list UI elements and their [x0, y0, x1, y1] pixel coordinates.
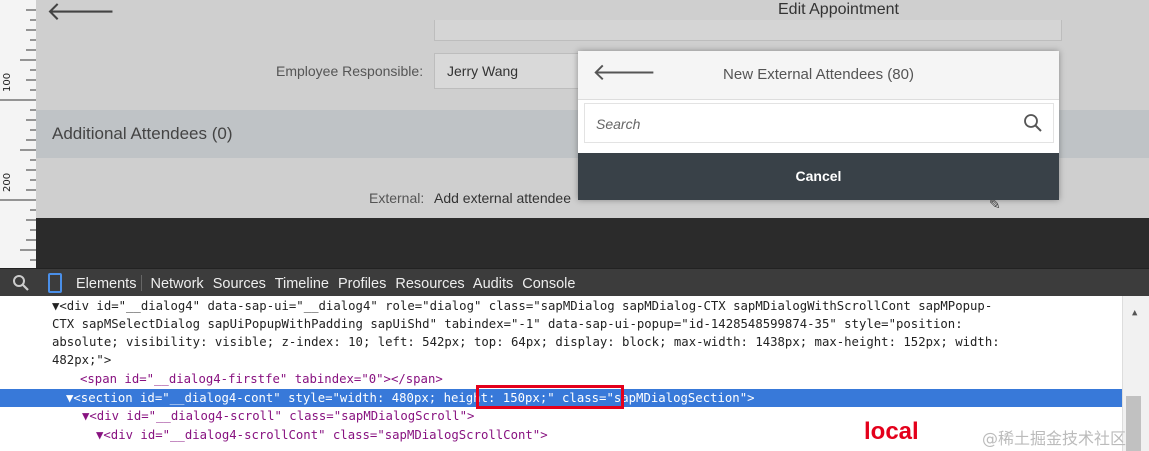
dialog-header: 🡐 New External Attendees (80)	[578, 51, 1059, 100]
devtools-toolbar: Elements Network Sources Timeline Profil…	[0, 268, 1149, 297]
device-mode-icon[interactable]	[48, 273, 62, 293]
tab-audits[interactable]: Audits	[473, 276, 513, 292]
tab-elements[interactable]: Elements	[76, 276, 136, 292]
highlight-annotation-box	[476, 385, 624, 409]
dom-line-6[interactable]: ▼<section id="__dialog4-cont" style="wid…	[66, 389, 755, 407]
ruler-mark-100: 100	[2, 72, 13, 92]
tab-resources[interactable]: Resources	[395, 276, 464, 292]
dom-line-3: absolute; visibility: visible; z-index: …	[52, 335, 1000, 349]
external-attendees-dialog: 🡐 New External Attendees (80) Search Can…	[578, 51, 1059, 200]
ruler-mark-200: 200	[2, 172, 13, 192]
back-arrow-icon[interactable]: 🡐	[46, 0, 116, 24]
vertical-ruler: 100 200	[0, 0, 37, 268]
additional-attendees-title: Additional Attendees (0)	[52, 124, 233, 143]
scroll-up-icon[interactable]: ▲	[1132, 304, 1137, 322]
dom-line-4: 482px;">	[52, 353, 112, 367]
tab-network[interactable]: Network	[150, 276, 203, 292]
ruler-ticks	[0, 9, 36, 261]
cancel-button[interactable]: Cancel	[578, 168, 1059, 184]
add-external-attendee-link[interactable]: Add external attendee	[434, 190, 571, 206]
top-input-field[interactable]	[434, 20, 1062, 41]
devtools-tabs: Elements Network Sources Timeline Profil…	[76, 275, 580, 292]
tab-sources[interactable]: Sources	[213, 276, 266, 292]
employee-responsible-label: Employee Responsible:	[276, 63, 424, 79]
dialog-footer: Cancel	[578, 153, 1059, 200]
external-label: External:	[369, 190, 425, 206]
vertical-scrollbar[interactable]: ▲	[1122, 296, 1149, 451]
employee-responsible-input[interactable]: Jerry Wang	[434, 53, 581, 89]
tab-profiles[interactable]: Profiles	[338, 276, 386, 292]
dom-line-8[interactable]: ▼<div id="__dialog4-scrollCont" class="s…	[96, 426, 548, 444]
tab-separator	[141, 275, 143, 291]
page-title: Edit Appointment	[778, 1, 899, 18]
dom-line-7[interactable]: ▼<div id="__dialog4-scroll" class="sapMD…	[82, 407, 474, 425]
dom-line-2: CTX sapMSelectDialog sapUiPopupWithPaddi…	[52, 317, 963, 331]
dialog-title: New External Attendees (80)	[723, 66, 914, 83]
scrollbar-thumb[interactable]	[1126, 396, 1141, 451]
local-annotation: local	[864, 418, 919, 445]
inspect-search-icon[interactable]	[12, 274, 30, 292]
search-icon[interactable]	[1023, 113, 1043, 133]
dom-line-5[interactable]: <span id="__dialog4-firstfe" tabindex="0…	[80, 370, 443, 388]
elements-panel: ▼<div id="__dialog4" data-sap-ui="__dial…	[0, 296, 1149, 451]
dialog-search-input[interactable]: Search	[584, 103, 1054, 143]
tab-console[interactable]: Console	[522, 276, 575, 292]
watermark: @稀土掘金技术社区	[982, 429, 1127, 448]
employee-responsible-value: Jerry Wang	[447, 63, 519, 79]
search-placeholder: Search	[596, 116, 641, 132]
tab-timeline[interactable]: Timeline	[275, 276, 329, 292]
dom-line-1[interactable]: ▼<div id="__dialog4" data-sap-ui="__dial…	[52, 297, 992, 315]
app-viewport: 🡐 Edit Appointment Employee Responsible:…	[36, 0, 1149, 268]
